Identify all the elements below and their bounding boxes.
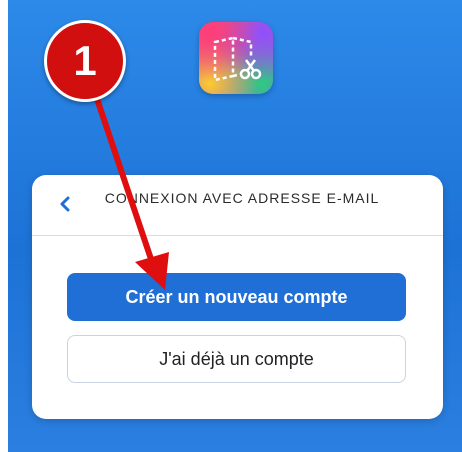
create-account-button[interactable]: Créer un nouveau compte: [67, 273, 406, 321]
existing-account-label: J'ai déjà un compte: [159, 348, 314, 369]
chevron-left-icon: [60, 196, 70, 212]
step-number-badge: 1: [44, 20, 126, 102]
card-title: CONNEXION AVEC ADRESSE E-MAIL: [104, 190, 380, 206]
book-scissors-icon: [213, 36, 262, 82]
login-card: CONNEXION AVEC ADRESSE E-MAIL Créer un n…: [32, 175, 443, 419]
back-button[interactable]: [54, 191, 76, 217]
existing-account-button[interactable]: J'ai déjà un compte: [67, 335, 406, 383]
create-account-label: Créer un nouveau compte: [125, 286, 348, 307]
card-header: CONNEXION AVEC ADRESSE E-MAIL: [32, 175, 443, 236]
app-logo: [199, 22, 273, 94]
